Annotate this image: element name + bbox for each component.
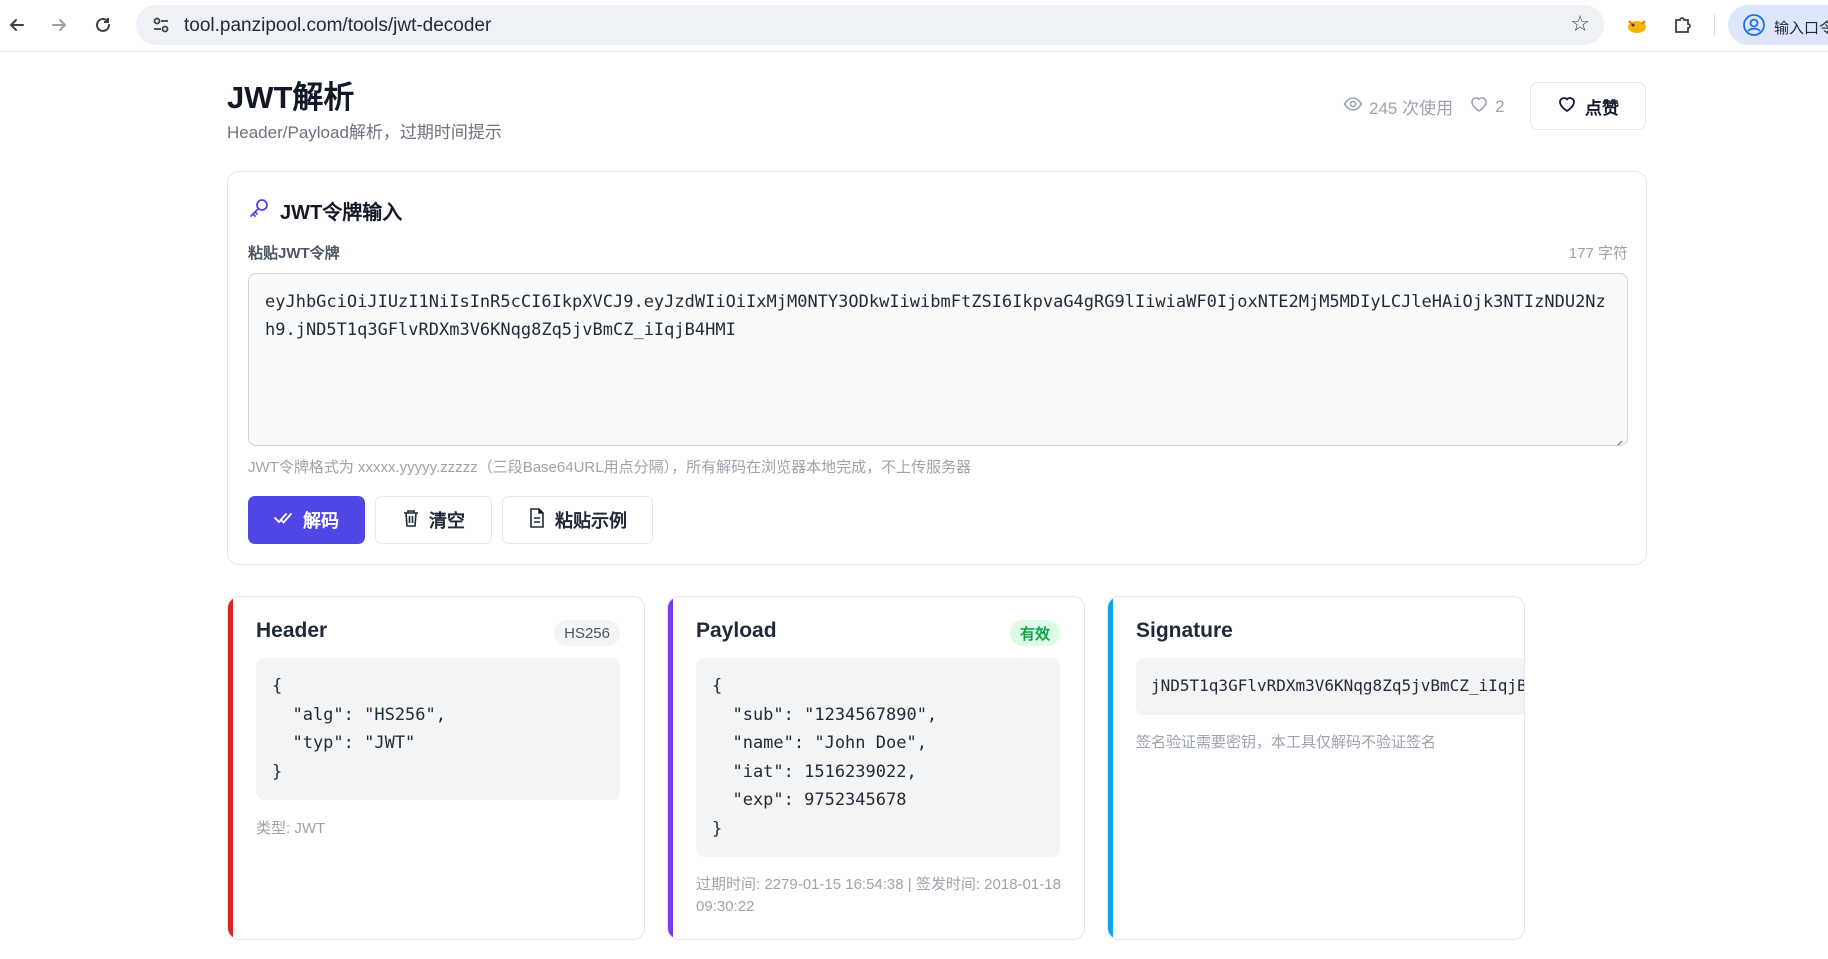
url-text[interactable]: tool.panzipool.com/tools/jwt-decoder bbox=[184, 15, 491, 37]
format-hint: JWT令牌格式为 xxxxx.yyyyy.zzzzz（三段Base64URL用点… bbox=[248, 459, 972, 476]
toolbar-divider bbox=[1714, 14, 1715, 36]
payload-panel: Payload 有效 { "sub": "1234567890", "name"… bbox=[667, 596, 1085, 940]
paste-example-label: 粘贴示例 bbox=[555, 511, 627, 531]
resize-grip-icon[interactable] bbox=[1613, 431, 1623, 445]
extension-animal-icon[interactable] bbox=[1622, 10, 1652, 40]
heart-icon bbox=[1557, 94, 1577, 119]
header-panel: Header HS256 { "alg": "HS256", "typ": "J… bbox=[227, 596, 645, 940]
profile-avatar-icon bbox=[1742, 13, 1766, 42]
valid-badge: 有效 bbox=[1009, 620, 1060, 646]
action-buttons: 解码 清空 粘贴示例 bbox=[248, 496, 653, 544]
header-type-note: 类型: JWT bbox=[256, 820, 326, 837]
signature-panel: Signature jND5T1q3GFlvRDXm3V6KNqg8Zq5jvB… bbox=[1107, 596, 1525, 940]
header-json: { "alg": "HS256", "typ": "JWT" } bbox=[256, 658, 620, 800]
like-count: 2 bbox=[1495, 96, 1505, 116]
decode-button[interactable]: 解码 bbox=[248, 496, 365, 544]
usage-stats: 245 次使用 2 bbox=[1343, 94, 1515, 119]
reload-icon[interactable] bbox=[88, 10, 118, 40]
like-button-label: 点赞 bbox=[1585, 98, 1619, 118]
bookmark-star-icon[interactable]: ☆ bbox=[1570, 11, 1590, 37]
header-panel-title: Header bbox=[256, 619, 328, 642]
profile-chip[interactable]: 输入口令 bbox=[1728, 5, 1828, 45]
document-icon bbox=[528, 507, 546, 533]
double-check-icon bbox=[274, 508, 294, 533]
eye-icon bbox=[1343, 94, 1363, 119]
view-count: 245 次使用 bbox=[1369, 99, 1454, 118]
payload-panel-title: Payload bbox=[696, 619, 777, 642]
algorithm-badge: HS256 bbox=[554, 620, 620, 646]
forward-arrow-icon[interactable] bbox=[44, 10, 74, 40]
payload-json: { "sub": "1234567890", "name": "John Doe… bbox=[696, 658, 1060, 857]
input-card-header: JWT令牌输入 bbox=[248, 196, 402, 225]
trash-icon bbox=[402, 508, 420, 533]
jwt-input-card: JWT令牌输入 粘贴JWT令牌 177 字符 eyJhbGciOiJIUzI1N… bbox=[227, 171, 1647, 565]
token-field-label: 粘贴JWT令牌 bbox=[248, 245, 340, 262]
jwt-token-text: eyJhbGciOiJIUzI1NiIsInR5cCI6IkpXVCJ9.eyJ… bbox=[265, 292, 1606, 340]
clear-button-label: 清空 bbox=[429, 511, 465, 531]
char-count: 177 字符 bbox=[1568, 245, 1628, 262]
browser-toolbar: tool.panzipool.com/tools/jwt-decoder ☆ 输… bbox=[0, 0, 1828, 52]
site-settings-icon[interactable] bbox=[150, 14, 172, 36]
page-title: JWT解析 bbox=[227, 80, 355, 115]
key-icon bbox=[248, 197, 270, 225]
decode-button-label: 解码 bbox=[303, 511, 339, 531]
jwt-token-textarea[interactable]: eyJhbGciOiJIUzI1NiIsInR5cCI6IkpXVCJ9.eyJ… bbox=[248, 273, 1628, 446]
paste-example-button[interactable]: 粘贴示例 bbox=[502, 496, 653, 544]
signature-panel-title: Signature bbox=[1136, 619, 1233, 642]
heart-outline-icon bbox=[1469, 94, 1489, 119]
page-subtitle: Header/Payload解析，过期时间提示 bbox=[227, 123, 502, 142]
payload-time-note: 过期时间: 2279-01-15 16:54:38 | 签发时间: 2018-0… bbox=[696, 876, 1061, 915]
input-card-title: JWT令牌输入 bbox=[280, 202, 403, 224]
address-bar[interactable]: tool.panzipool.com/tools/jwt-decoder ☆ bbox=[136, 5, 1604, 45]
extensions-puzzle-icon[interactable] bbox=[1668, 10, 1698, 40]
back-arrow-icon[interactable] bbox=[2, 10, 32, 40]
clear-button[interactable]: 清空 bbox=[375, 496, 492, 544]
profile-label: 输入口令 bbox=[1774, 20, 1828, 37]
like-button[interactable]: 点赞 bbox=[1530, 82, 1646, 130]
signature-note: 签名验证需要密钥，本工具仅解码不验证签名 bbox=[1136, 734, 1437, 751]
signature-value: jND5T1q3GFlvRDXm3V6KNqg8Zq5jvBmCZ_iIqjB4… bbox=[1136, 658, 1524, 715]
